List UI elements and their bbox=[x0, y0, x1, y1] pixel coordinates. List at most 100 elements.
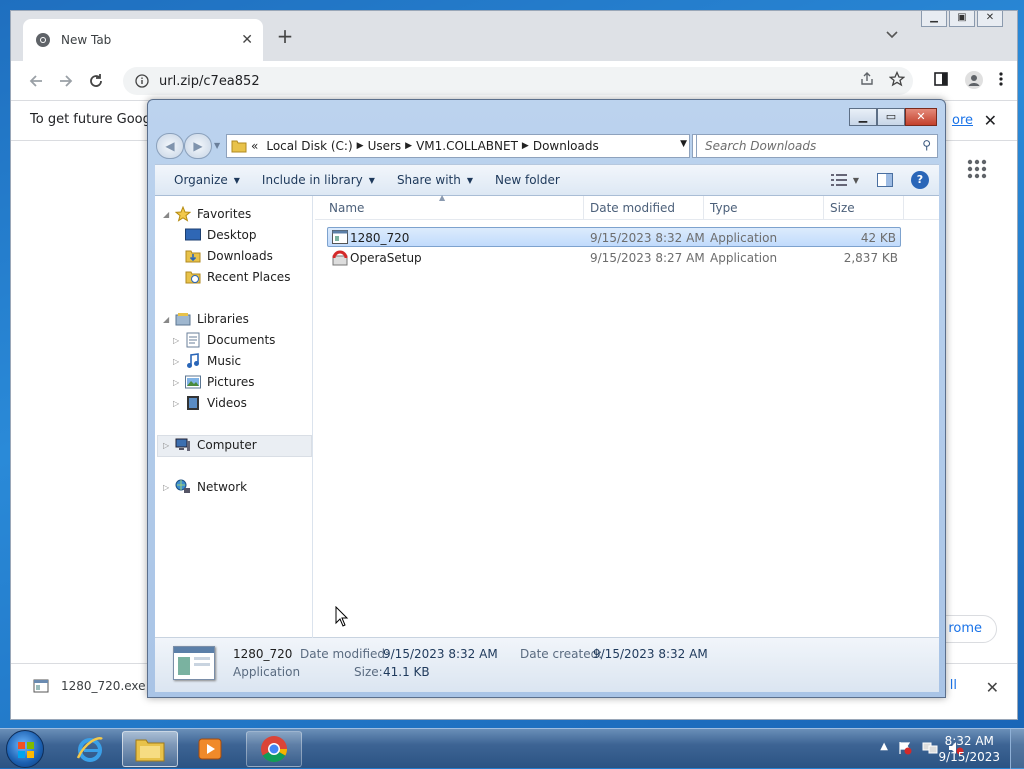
show-all-downloads-link[interactable]: ll bbox=[950, 678, 957, 693]
network-status-icon[interactable] bbox=[922, 741, 938, 755]
nav-desktop[interactable]: Desktop bbox=[185, 225, 257, 245]
bookmark-star-icon[interactable] bbox=[889, 71, 905, 87]
reload-icon[interactable] bbox=[81, 66, 111, 96]
nav-documents-label: Documents bbox=[207, 333, 276, 347]
taskbar-windows-explorer[interactable] bbox=[122, 731, 178, 767]
pictures-icon bbox=[185, 374, 201, 390]
breadcrumb-separator-icon[interactable]: ▶ bbox=[357, 141, 364, 151]
chrome-window-controls: ▁ ▣ ✕ bbox=[921, 11, 1003, 27]
nav-computer-label: Computer bbox=[197, 438, 257, 452]
back-arrow-icon[interactable] bbox=[21, 66, 51, 96]
taskbar-clock[interactable]: 8:32 AM 9/15/2023 bbox=[938, 733, 1000, 765]
nav-downloads-label: Downloads bbox=[207, 249, 273, 263]
chrome-restore-button[interactable]: ▣ bbox=[949, 11, 975, 27]
help-icon[interactable]: ? bbox=[911, 171, 929, 189]
sort-ascending-icon: ▲ bbox=[439, 193, 446, 202]
libraries-icon bbox=[175, 311, 191, 327]
explorer-forward-icon[interactable]: ▶ bbox=[184, 133, 212, 159]
explorer-maximize-button[interactable]: ▭ bbox=[877, 108, 905, 126]
change-view-icon[interactable]: ▼ bbox=[830, 174, 859, 186]
explorer-minimize-button[interactable]: ▁ bbox=[849, 108, 877, 126]
exe-file-icon bbox=[33, 678, 49, 694]
show-desktop-button[interactable] bbox=[1010, 729, 1024, 769]
nav-music-label: Music bbox=[207, 354, 242, 368]
breadcrumb-separator-icon[interactable]: ▶ bbox=[405, 141, 412, 151]
nav-videos-label: Videos bbox=[207, 396, 247, 410]
column-size[interactable]: Size bbox=[830, 201, 855, 215]
nav-music[interactable]: ▷ Music bbox=[173, 351, 242, 371]
details-created-label: Date created: bbox=[520, 647, 603, 661]
nav-videos[interactable]: ▷ Videos bbox=[173, 393, 247, 413]
explorer-close-button[interactable]: ✕ bbox=[905, 108, 937, 126]
details-size-value: 41.1 KB bbox=[383, 665, 430, 679]
include-in-library-menu[interactable]: Include in library ▼ bbox=[251, 173, 386, 187]
google-apps-icon[interactable] bbox=[967, 159, 987, 179]
nav-pictures[interactable]: ▷ Pictures bbox=[173, 372, 255, 392]
application-icon bbox=[332, 229, 348, 245]
breadcrumb-local-disk[interactable]: Local Disk (C:) bbox=[266, 139, 352, 153]
opera-setup-icon bbox=[332, 250, 348, 266]
nav-recent-places[interactable]: Recent Places bbox=[185, 267, 290, 287]
breadcrumb-users[interactable]: Users bbox=[368, 139, 402, 153]
media-player-icon bbox=[197, 736, 223, 762]
column-headers: Name ▲ Date modified Type Size bbox=[315, 193, 939, 220]
site-info-icon[interactable] bbox=[135, 74, 149, 88]
nav-favorites[interactable]: ◢ Favorites bbox=[163, 204, 252, 224]
nav-favorites-label: Favorites bbox=[197, 207, 252, 221]
taskbar-internet-explorer[interactable] bbox=[62, 731, 118, 767]
new-folder-button[interactable]: New folder bbox=[484, 173, 571, 187]
tab-search-chevron-icon[interactable] bbox=[885, 27, 905, 47]
search-placeholder: Search Downloads bbox=[705, 139, 817, 153]
breadcrumb-vm1-collabnet[interactable]: VM1.COLLABNET bbox=[416, 139, 518, 153]
nav-computer[interactable]: ▷ Computer bbox=[163, 435, 257, 455]
chrome-menu-icon[interactable] bbox=[999, 71, 1003, 89]
preview-pane-icon[interactable] bbox=[877, 173, 893, 187]
nav-network[interactable]: ▷ Network bbox=[163, 477, 247, 497]
nav-downloads[interactable]: Downloads bbox=[185, 246, 273, 266]
column-type[interactable]: Type bbox=[710, 201, 738, 215]
forward-arrow-icon[interactable] bbox=[51, 66, 81, 96]
tab-new-tab[interactable]: New Tab ✕ bbox=[23, 19, 263, 61]
show-hidden-icons-icon[interactable]: ▲ bbox=[880, 741, 888, 755]
download-bar-close-icon[interactable]: ✕ bbox=[986, 678, 999, 697]
infobar-close-icon[interactable]: ✕ bbox=[984, 111, 997, 130]
file-row-1280-720[interactable]: 1280_720 9/15/2023 8:32 AM Application 4… bbox=[327, 227, 901, 247]
address-dropdown-icon[interactable]: ▼ bbox=[680, 139, 687, 149]
breadcrumb-separator-icon[interactable]: ▶ bbox=[522, 141, 529, 151]
explorer-address-bar[interactable]: « Local Disk (C:) ▶ Users ▶ VM1.COLLABNE… bbox=[226, 134, 690, 158]
infobar-link[interactable]: ore bbox=[952, 113, 973, 128]
details-modified-value: 9/15/2023 8:32 AM bbox=[383, 647, 498, 661]
column-date-modified[interactable]: Date modified bbox=[590, 201, 675, 215]
search-icon[interactable]: ⚲ bbox=[922, 138, 931, 152]
new-tab-button[interactable]: + bbox=[273, 25, 297, 49]
chrome-close-button[interactable]: ✕ bbox=[977, 11, 1003, 27]
taskbar-google-chrome[interactable] bbox=[246, 731, 302, 767]
column-name[interactable]: Name bbox=[329, 201, 364, 215]
taskbar-media-player[interactable] bbox=[182, 731, 238, 767]
chrome-minimize-button[interactable]: ▁ bbox=[921, 11, 947, 27]
search-downloads-input[interactable]: Search Downloads ⚲ bbox=[696, 134, 938, 158]
organize-menu[interactable]: Organize ▼ bbox=[163, 173, 251, 187]
breadcrumb-overflow[interactable]: « bbox=[251, 139, 258, 153]
action-center-flag-icon[interactable] bbox=[898, 741, 912, 755]
recent-pages-chevron-icon[interactable]: ▼ bbox=[214, 133, 220, 159]
file-list: Name ▲ Date modified Type Size 1280_720 … bbox=[315, 193, 939, 638]
file-size: 2,837 KB bbox=[843, 251, 898, 265]
share-with-menu[interactable]: Share with ▼ bbox=[386, 173, 484, 187]
share-icon[interactable] bbox=[859, 71, 875, 87]
url-text: url.zip/c7ea852 bbox=[159, 73, 260, 89]
side-panel-icon[interactable] bbox=[933, 71, 949, 89]
tab-close-icon[interactable]: ✕ bbox=[241, 32, 253, 48]
nav-libraries[interactable]: ◢ Libraries bbox=[163, 309, 249, 329]
breadcrumb-downloads[interactable]: Downloads bbox=[533, 139, 599, 153]
mouse-cursor-icon bbox=[335, 606, 349, 628]
download-item[interactable]: 1280_720.exe bbox=[33, 678, 146, 694]
file-row-operasetup[interactable]: OperaSetup 9/15/2023 8:27 AM Application… bbox=[327, 248, 901, 268]
download-filename: 1280_720.exe bbox=[61, 679, 146, 693]
address-bar[interactable]: url.zip/c7ea852 bbox=[123, 67, 913, 95]
start-button[interactable] bbox=[6, 730, 44, 768]
profile-avatar-icon[interactable] bbox=[965, 71, 983, 89]
desktop-icon bbox=[185, 227, 201, 243]
explorer-back-icon[interactable]: ◀ bbox=[156, 133, 184, 159]
nav-documents[interactable]: ▷ Documents bbox=[173, 330, 276, 350]
